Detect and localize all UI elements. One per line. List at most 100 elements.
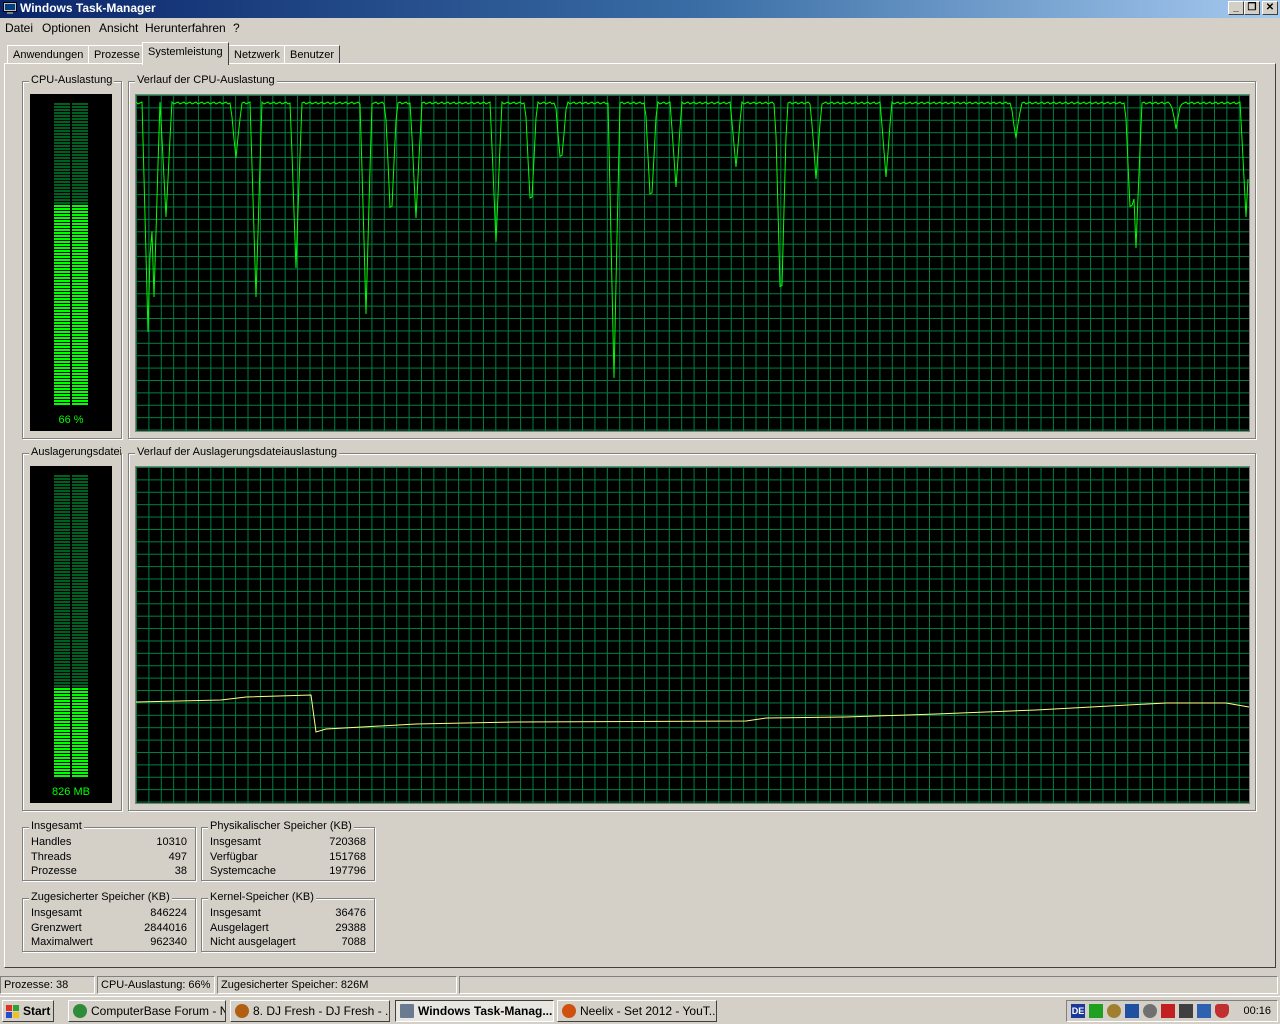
pagefile-meter-segment (54, 559, 70, 561)
pagefile-meter-segment (72, 511, 88, 513)
pagefile-meter-segment (72, 535, 88, 537)
shield-icon[interactable] (1215, 1004, 1229, 1018)
cpu-meter-segment (72, 205, 88, 207)
pagefile-meter-segment (54, 676, 70, 678)
cpu-meter-segment (54, 274, 70, 276)
network-icon[interactable] (1089, 1004, 1103, 1018)
cpu-meter-segment (54, 352, 70, 354)
pagefile-meter-segment (72, 775, 88, 777)
pagefile-meter-segment (72, 637, 88, 639)
cpu-meter-segment (72, 208, 88, 210)
status-cpu: CPU-Auslastung: 66% (97, 976, 215, 994)
taskbar-button-taskmanager[interactable]: Windows Task-Manag... (395, 1000, 554, 1022)
pagefile-meter-segment (54, 706, 70, 708)
pagefile-meter-segment (54, 655, 70, 657)
settings-icon[interactable] (1179, 1004, 1193, 1018)
cpu-meter-segment (72, 367, 88, 369)
windows-flag-icon (6, 1005, 19, 1018)
clock-tray-icon[interactable] (1143, 1004, 1157, 1018)
taskbar: Start ComputerBase Forum - N... 8. DJ Fr… (0, 996, 1280, 1024)
pagefile-history-graph (135, 466, 1250, 804)
cpu-meter-segment (54, 289, 70, 291)
flash-icon[interactable] (1161, 1004, 1175, 1018)
close-button[interactable]: ✕ (1262, 1, 1278, 15)
cpu-meter-segment (72, 376, 88, 378)
pagefile-meter-segment (54, 664, 70, 666)
pagefile-meter-segment (54, 523, 70, 525)
cpu-meter-segment (54, 334, 70, 336)
taskbar-button-label: Windows Task-Manag... (418, 1004, 553, 1018)
tab-netzwerk[interactable]: Netzwerk (228, 45, 286, 64)
tab-anwendungen[interactable]: Anwendungen (7, 45, 90, 64)
pagefile-meter-segment (54, 616, 70, 618)
pagefile-meter-segment (54, 652, 70, 654)
taskbar-button-computerbase[interactable]: ComputerBase Forum - N... (68, 1000, 226, 1022)
cpu-meter-segment (54, 214, 70, 216)
system-tray: DE 00:16 (1066, 1000, 1278, 1022)
cpu-meter-segment (54, 235, 70, 237)
cpu-meter-segment (72, 373, 88, 375)
start-button[interactable]: Start (2, 1000, 54, 1022)
pagefile-meter-segment (72, 706, 88, 708)
cpu-meter-segment (72, 199, 88, 201)
stat-value: 962340 (150, 936, 187, 948)
menu-help[interactable]: ? (233, 21, 240, 35)
cpu-meter-segment (54, 277, 70, 279)
tab-benutzer[interactable]: Benutzer (284, 45, 341, 64)
tab-prozesse[interactable]: Prozesse (88, 45, 146, 64)
stat-key: Maximalwert (31, 936, 93, 948)
cpu-history-group: Verlauf der CPU-Auslastung (128, 74, 1256, 439)
pagefile-meter-segment (72, 688, 88, 690)
menu-herunterfahren[interactable]: Herunterfahren (145, 21, 226, 35)
menu-bar: Datei Optionen Ansicht Herunterfahren ? (0, 19, 1280, 38)
pagefile-meter-segment (72, 721, 88, 723)
cpu-history-graph (135, 94, 1250, 432)
app-tray-icon[interactable] (1125, 1004, 1139, 1018)
status-empty (459, 976, 1278, 994)
minimize-button[interactable]: _ (1228, 1, 1244, 15)
tab-systemleistung[interactable]: Systemleistung (142, 42, 229, 65)
pagefile-meter-segment (72, 610, 88, 612)
cpu-meter-segment (54, 190, 70, 192)
cpu-meter-segment (54, 301, 70, 303)
cpu-history-label: Verlauf der CPU-Auslastung (135, 74, 277, 86)
totals-group: Insgesamt Handles 10310 Threads 497 Proz… (22, 820, 196, 881)
pagefile-meter-segment (54, 592, 70, 594)
pagefile-meter-segment (72, 754, 88, 756)
cpu-meter-segment (54, 292, 70, 294)
cpu-meter-segment (72, 238, 88, 240)
pagefile-meter-segment (54, 481, 70, 483)
menu-optionen[interactable]: Optionen (42, 21, 91, 35)
taskbar-button-neelix[interactable]: Neelix - Set 2012 - YouT... (557, 1000, 717, 1022)
stat-row: Insgesamt 36476 (210, 907, 366, 922)
pagefile-meter-segment (72, 658, 88, 660)
media-icon[interactable] (1107, 1004, 1121, 1018)
title-bar[interactable]: Windows Task-Manager _ ❐ ✕ (0, 0, 1280, 18)
pagefile-meter-segment (72, 607, 88, 609)
stat-value: 197796 (329, 865, 366, 877)
cpu-meter-segment (72, 295, 88, 297)
stat-key: Nicht ausgelagert (210, 936, 296, 948)
window-title: Windows Task-Manager (20, 1, 156, 15)
pagefile-meter-segment (72, 487, 88, 489)
taskbar-button-djfresh[interactable]: 8. DJ Fresh - DJ Fresh - ... (230, 1000, 390, 1022)
cpu-meter-segment (54, 256, 70, 258)
stat-key: Insgesamt (210, 907, 261, 919)
safely-remove-icon[interactable] (1197, 1004, 1211, 1018)
stat-value: 2844016 (144, 922, 187, 934)
menu-datei[interactable]: Datei (5, 21, 33, 35)
language-indicator[interactable]: DE (1071, 1004, 1085, 1018)
restore-button[interactable]: ❐ (1244, 1, 1260, 15)
cpu-meter-segment (54, 310, 70, 312)
menu-ansicht[interactable]: Ansicht (99, 21, 138, 35)
cpu-meter-segment (54, 118, 70, 120)
cpu-meter-segment (54, 151, 70, 153)
pagefile-meter-segment (72, 646, 88, 648)
cpu-meter-segment (54, 355, 70, 357)
pagefile-meter-segment (54, 727, 70, 729)
pagefile-meter-segment (54, 580, 70, 582)
cpu-meter-segment (72, 244, 88, 246)
cpu-meter-segment (54, 181, 70, 183)
cpu-meter-segment (54, 262, 70, 264)
cpu-meter-segment (72, 154, 88, 156)
